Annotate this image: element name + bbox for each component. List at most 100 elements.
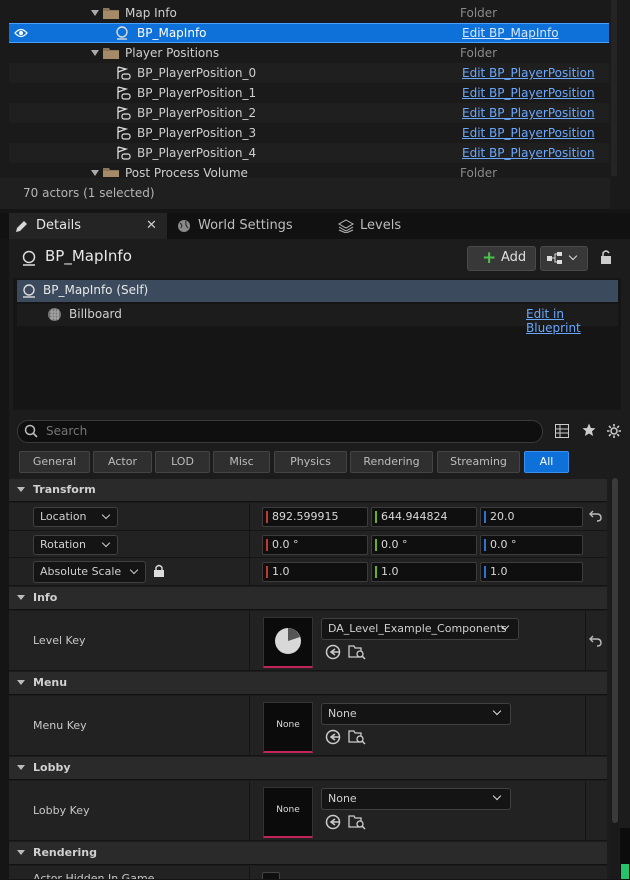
expand-arrow-icon[interactable] bbox=[91, 170, 99, 176]
filter-streaming[interactable]: Streaming bbox=[437, 451, 520, 473]
close-tab-icon[interactable]: ✕ bbox=[146, 213, 157, 239]
browse-asset-icon[interactable] bbox=[348, 814, 366, 830]
menu-key-asset-dropdown[interactable]: None bbox=[321, 703, 511, 725]
property-row-lobby-key: Lobby Key None None bbox=[9, 781, 607, 841]
section-rendering[interactable]: Rendering bbox=[9, 842, 607, 865]
lobby-key-asset-dropdown[interactable]: None bbox=[321, 788, 511, 810]
outliner-scrollbar[interactable] bbox=[611, 0, 617, 176]
levels-stack-icon bbox=[338, 219, 354, 233]
filter-general[interactable]: General bbox=[19, 451, 90, 473]
filter-all[interactable]: All bbox=[524, 451, 569, 473]
asset-thumbnail[interactable]: None bbox=[263, 702, 313, 753]
lobby-key-label: Lobby Key bbox=[33, 804, 90, 817]
filter-lod[interactable]: LOD bbox=[155, 451, 210, 473]
expand-arrow-icon[interactable] bbox=[91, 10, 99, 16]
location-y-field[interactable]: 644.944824 bbox=[371, 507, 477, 527]
location-z-field[interactable]: 20.0 bbox=[480, 507, 583, 527]
outliner-row-player-position[interactable]: BP_PlayerPosition_0 Edit BP_PlayerPositi… bbox=[9, 63, 609, 83]
outliner-row-player-position[interactable]: BP_PlayerPosition_1 Edit BP_PlayerPositi… bbox=[9, 83, 609, 103]
axis-x-marker bbox=[266, 539, 268, 551]
edit-blueprint-link[interactable]: Edit BP_PlayerPosition bbox=[462, 103, 595, 123]
folder-icon bbox=[103, 166, 119, 177]
edit-in-blueprint-link[interactable]: Edit in Blueprint bbox=[526, 307, 618, 335]
settings-gear-icon[interactable] bbox=[606, 423, 622, 439]
use-selected-asset-icon[interactable] bbox=[325, 729, 341, 745]
edit-blueprint-link[interactable]: Edit BP_PlayerPosition bbox=[462, 143, 595, 163]
outliner-row-bp-mapinfo[interactable]: BP_MapInfo Edit BP_MapInfo bbox=[9, 23, 609, 43]
outliner-row-player-position[interactable]: BP_PlayerPosition_3 Edit BP_PlayerPositi… bbox=[9, 123, 609, 143]
add-component-button[interactable]: + Add bbox=[467, 246, 536, 271]
browse-asset-icon[interactable] bbox=[348, 644, 366, 660]
outliner-label: Player Positions bbox=[125, 46, 220, 60]
section-info-label: Info bbox=[33, 591, 58, 604]
reset-to-default-icon[interactable] bbox=[589, 635, 602, 647]
filter-misc[interactable]: Misc bbox=[213, 451, 270, 473]
location-mode-dropdown[interactable]: Location bbox=[33, 507, 118, 527]
axis-x-marker bbox=[266, 566, 268, 578]
table-view-icon[interactable] bbox=[555, 424, 569, 438]
player-start-icon bbox=[115, 126, 131, 140]
property-row-menu-key: Menu Key None None bbox=[9, 696, 607, 756]
plus-icon: + bbox=[482, 248, 497, 268]
use-selected-asset-icon[interactable] bbox=[325, 644, 341, 660]
value: 1.0 bbox=[272, 565, 290, 578]
scale-z-field[interactable]: 1.0 bbox=[480, 562, 583, 582]
filter-physics[interactable]: Physics bbox=[274, 451, 347, 473]
axis-y-marker bbox=[375, 511, 377, 523]
scale-x-field[interactable]: 1.0 bbox=[262, 562, 368, 582]
edit-blueprint-link[interactable]: Edit BP_PlayerPosition bbox=[462, 63, 595, 83]
section-transform[interactable]: Transform bbox=[9, 479, 607, 502]
component-billboard-label: Billboard bbox=[69, 307, 122, 321]
pencil-icon bbox=[15, 220, 28, 233]
section-info[interactable]: Info bbox=[9, 587, 607, 610]
blueprint-options-button[interactable] bbox=[540, 246, 588, 271]
asset-thumbnail[interactable]: None bbox=[263, 787, 313, 838]
details-scrollbar-thumb[interactable] bbox=[612, 478, 618, 823]
search-input[interactable] bbox=[44, 422, 528, 440]
component-row-billboard[interactable]: Billboard Edit in Blueprint bbox=[17, 304, 618, 335]
outliner-row-map-info[interactable]: Map Info Folder bbox=[9, 3, 609, 23]
rotation-mode-dropdown[interactable]: Rotation bbox=[33, 535, 118, 555]
edit-blueprint-link[interactable]: Edit BP_PlayerPosition bbox=[462, 123, 595, 143]
scale-mode-dropdown[interactable]: Absolute Scale bbox=[33, 561, 146, 583]
expand-arrow-icon[interactable] bbox=[91, 50, 99, 56]
section-lobby[interactable]: Lobby bbox=[9, 757, 607, 780]
tab-details[interactable]: Details ✕ bbox=[9, 213, 167, 239]
edit-blueprint-link[interactable]: Edit BP_PlayerPosition bbox=[462, 83, 595, 103]
collapse-arrow-icon bbox=[17, 680, 25, 685]
level-key-asset-dropdown[interactable]: DA_Level_Example_Components bbox=[321, 618, 519, 640]
filter-actor[interactable]: Actor bbox=[93, 451, 152, 473]
section-menu[interactable]: Menu bbox=[9, 672, 607, 695]
outliner-label: BP_MapInfo bbox=[137, 26, 207, 40]
reset-to-default-icon[interactable] bbox=[589, 510, 602, 522]
rotation-z-field[interactable]: 0.0 ° bbox=[480, 535, 583, 555]
section-menu-label: Menu bbox=[33, 676, 68, 689]
location-x-field[interactable]: 892.599915 bbox=[262, 507, 368, 527]
property-row-level-key: Level Key DA_Level_Example_Components bbox=[9, 611, 607, 671]
edit-blueprint-link[interactable]: Edit BP_MapInfo bbox=[462, 24, 559, 42]
tab-levels[interactable]: Levels bbox=[332, 213, 452, 239]
use-selected-asset-icon[interactable] bbox=[325, 814, 341, 830]
axis-z-marker bbox=[484, 539, 486, 551]
chevron-down-icon bbox=[101, 510, 111, 520]
outliner-row-player-position[interactable]: BP_PlayerPosition_2 Edit BP_PlayerPositi… bbox=[9, 103, 609, 123]
outliner-row-player-positions[interactable]: Player Positions Folder bbox=[9, 43, 609, 63]
outliner-type: Folder bbox=[460, 6, 498, 20]
visibility-eye-icon[interactable] bbox=[14, 27, 28, 39]
scale-y-field[interactable]: 1.0 bbox=[371, 562, 477, 582]
browse-asset-icon[interactable] bbox=[348, 729, 366, 745]
filter-rendering[interactable]: Rendering bbox=[350, 451, 433, 473]
rotation-y-field[interactable]: 0.0 ° bbox=[371, 535, 477, 555]
outliner-row-post-process-volume[interactable]: Post Process Volume Folder bbox=[9, 163, 609, 177]
details-search-box[interactable] bbox=[17, 420, 543, 443]
outliner-row-player-position[interactable]: BP_PlayerPosition_4 Edit BP_PlayerPositi… bbox=[9, 143, 609, 163]
rotation-x-field[interactable]: 0.0 ° bbox=[262, 535, 368, 555]
section-transform-label: Transform bbox=[33, 483, 96, 496]
favorite-star-icon[interactable] bbox=[582, 423, 596, 437]
tab-world-settings[interactable]: World Settings bbox=[170, 213, 330, 239]
lock-icon[interactable] bbox=[599, 250, 613, 264]
memory-meter-fill bbox=[621, 864, 629, 879]
lock-ratio-icon[interactable] bbox=[153, 564, 165, 577]
asset-thumbnail[interactable] bbox=[263, 617, 313, 668]
component-row-self[interactable]: BP_MapInfo (Self) bbox=[17, 280, 618, 302]
